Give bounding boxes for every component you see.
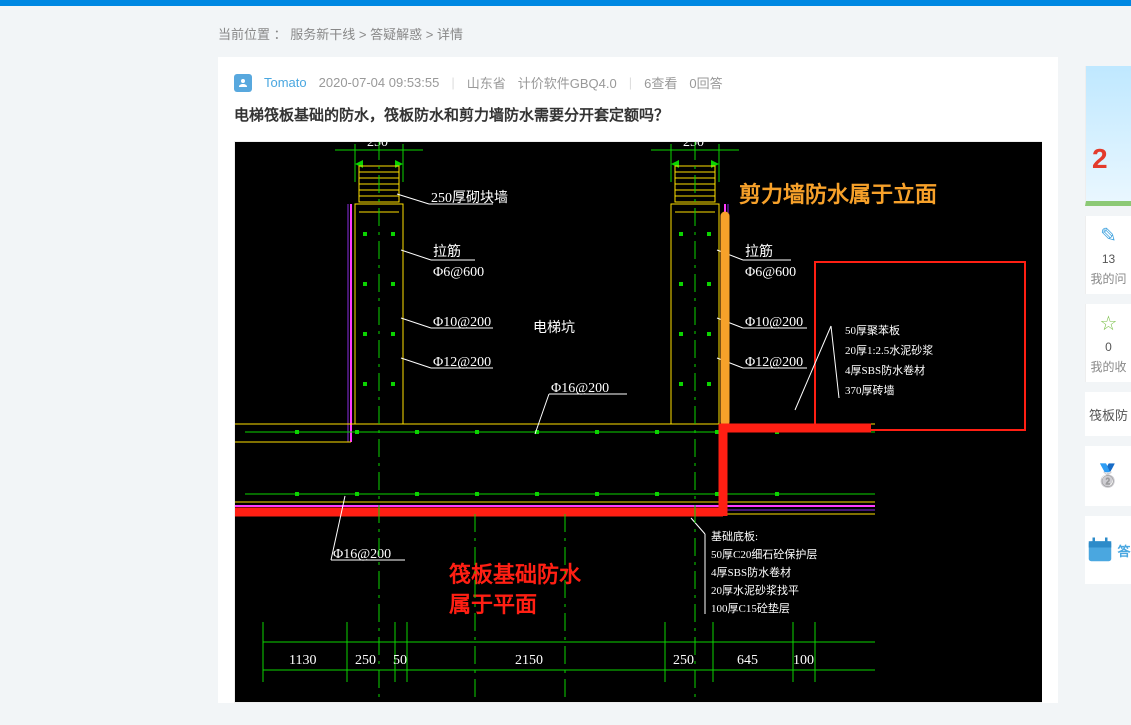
sidebar-count-2: 0 (1105, 340, 1112, 354)
post-title: 电梯筏板基础的防水，筏板防水和剪力墙防水需要分开套定额吗？ (218, 98, 1058, 141)
sidebar: 2 ✎ 13 我的问 ☆ 0 我的收 筏板防 🥈 答 (1085, 6, 1131, 584)
post-software: 计价软件GBQ4.0 (518, 73, 617, 92)
sidebar-my-favorites[interactable]: ☆ 0 我的收 (1085, 304, 1131, 382)
label-phi10-right: Φ10@200 (745, 315, 803, 330)
breadcrumb-item-service[interactable]: 服务新干线 (290, 27, 355, 42)
label-phi6-left: Φ6@600 (433, 265, 484, 280)
sidebar-related-text: 筏板防 (1089, 405, 1128, 424)
spec-b2: 4厚SBS防水卷材 (711, 565, 791, 579)
sidebar-hero-year: 2 (1092, 143, 1108, 175)
cad-diagram: 250 250 (235, 142, 1042, 702)
sidebar-hero[interactable]: 2 (1085, 66, 1131, 206)
label-lajin-left: 拉筋 (433, 243, 461, 260)
spec-b0: 基础底板: (711, 529, 758, 543)
page: 当前位置 ： 服务新干线 > 答疑解惑 > 详情 Tomato 2020-07-… (0, 6, 1131, 703)
diagram-container: 250 250 (234, 141, 1042, 703)
medal-icon: 🥈 (1094, 463, 1121, 489)
sidebar-label-1: 我的问 (1090, 270, 1126, 287)
calendar-icon (1085, 535, 1115, 565)
pit-label: 电梯坑 (533, 320, 575, 336)
post-card: Tomato 2020-07-04 09:53:55 | 山东省 计价软件GBQ… (218, 57, 1058, 703)
annotation-raft-l2: 属于平面 (449, 592, 537, 617)
breadcrumb-item-detail: 详情 (437, 27, 463, 42)
post-views: 6查看 (644, 73, 677, 92)
spec-b1: 50厚C20细石砼保护层 (711, 547, 817, 561)
dim-50: 50 (393, 653, 407, 668)
label-phi6-right: Φ6@600 (745, 265, 796, 280)
dim-2150: 2150 (515, 653, 543, 668)
post-datetime: 2020-07-04 09:53:55 (319, 75, 440, 90)
breadcrumb-sep: > (426, 27, 434, 42)
dim-645: 645 (737, 653, 758, 668)
spec-r1: 50厚聚苯板 (845, 323, 900, 337)
meta-sep: | (629, 75, 632, 90)
breadcrumb-sep: > (359, 27, 367, 42)
sidebar-my-questions[interactable]: ✎ 13 我的问 (1085, 216, 1131, 294)
post-region: 山东省 (467, 73, 506, 92)
sidebar-cal-text: 答 (1117, 541, 1130, 560)
avatar-icon (234, 74, 252, 92)
main-column: 当前位置 ： 服务新干线 > 答疑解惑 > 详情 Tomato 2020-07-… (0, 6, 1088, 703)
dim-250a: 250 (355, 653, 376, 668)
sidebar-medals[interactable]: 🥈 (1085, 446, 1131, 506)
breadcrumb-label: 当前位置 ： (218, 27, 287, 42)
dim-250-left: 250 (367, 142, 388, 150)
post-meta-row: Tomato 2020-07-04 09:53:55 | 山东省 计价软件GBQ… (218, 73, 1058, 98)
label-phi16-mid: Φ16@200 (551, 381, 609, 396)
spec-b4: 100厚C15砼垫层 (711, 601, 790, 615)
annotation-shearwall: 剪力墙防水属于立面 (739, 182, 937, 207)
wall-label: 250厚砌块墙 (431, 190, 508, 206)
post-author[interactable]: Tomato (264, 75, 307, 90)
meta-sep: | (451, 75, 454, 90)
question-icon: ✎ (1100, 223, 1117, 248)
post-answers: 0回答 (689, 73, 722, 92)
spec-r4: 370厚砖墙 (845, 383, 895, 397)
label-phi10-left: Φ10@200 (433, 315, 491, 330)
spec-r3: 4厚SBS防水卷材 (845, 363, 925, 377)
sidebar-related-question[interactable]: 筏板防 (1085, 392, 1131, 436)
breadcrumb-item-qa[interactable]: 答疑解惑 (370, 27, 422, 42)
sidebar-label-2: 我的收 (1090, 358, 1126, 375)
spec-b3: 20厚水泥砂浆找平 (711, 583, 799, 597)
star-icon: ☆ (1100, 311, 1118, 336)
dim-100: 100 (793, 653, 814, 668)
label-phi16-bottom: Φ16@200 (333, 547, 391, 562)
label-phi12-right: Φ12@200 (745, 355, 803, 370)
annotation-raft-l1: 筏板基础防水 (449, 562, 582, 587)
dim-250-right: 250 (683, 142, 704, 150)
sidebar-calendar[interactable]: 答 (1085, 516, 1131, 584)
sidebar-count-1: 13 (1102, 252, 1115, 266)
label-phi12-left: Φ12@200 (433, 355, 491, 370)
dim-1130: 1130 (289, 653, 316, 668)
dim-250b: 250 (673, 653, 694, 668)
label-lajin-right: 拉筋 (745, 243, 773, 260)
spec-r2: 20厚1:2.5水泥砂浆 (845, 343, 933, 357)
breadcrumb: 当前位置 ： 服务新干线 > 答疑解惑 > 详情 (218, 24, 1088, 43)
